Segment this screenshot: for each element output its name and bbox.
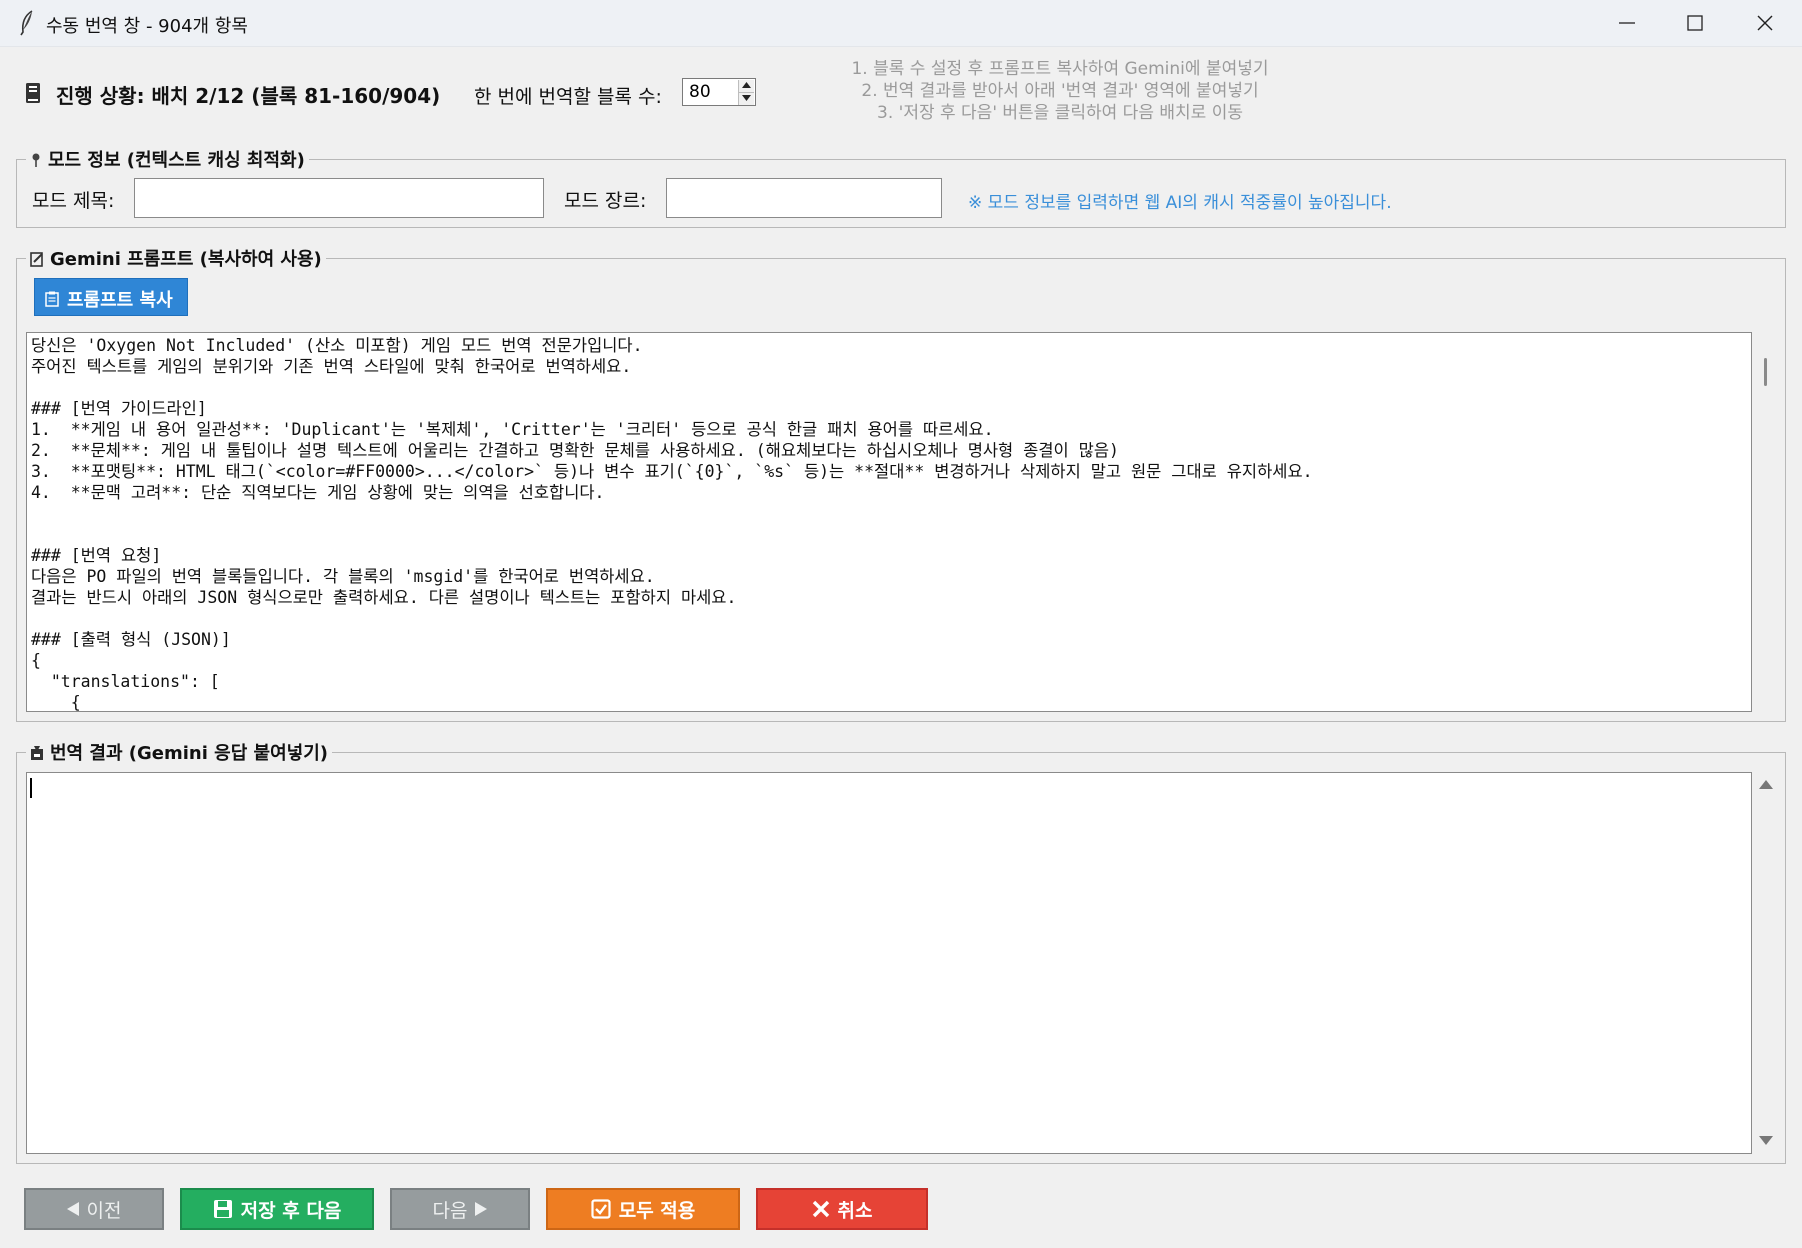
- instructions: 1. 블록 수 설정 후 프롬프트 복사하여 Gemini에 붙여넣기 2. 번…: [790, 58, 1330, 124]
- inbox-icon: [31, 746, 43, 760]
- instruction-line: 1. 블록 수 설정 후 프롬프트 복사하여 Gemini에 붙여넣기: [851, 59, 1269, 79]
- cancel-button[interactable]: 취소: [756, 1188, 928, 1230]
- book-icon: [26, 83, 40, 103]
- triangle-right-icon: [475, 1202, 488, 1216]
- minimize-button[interactable]: [1594, 0, 1660, 46]
- minimize-icon: [1619, 22, 1635, 24]
- result-textarea[interactable]: [26, 772, 1752, 1154]
- apply-all-label: 모두 적용: [618, 1199, 696, 1222]
- prompt-legend: Gemini 프롬프트 (복사하여 사용): [26, 245, 326, 271]
- save-next-button[interactable]: 저장 후 다음: [180, 1188, 374, 1230]
- maximize-icon: [1687, 15, 1703, 31]
- result-legend: 번역 결과 (Gemini 응답 붙여넣기): [26, 739, 333, 765]
- spin-down-button[interactable]: [738, 93, 754, 105]
- copy-prompt-label: 프롬프트 복사: [67, 290, 173, 311]
- instruction-line: 2. 번역 결과를 받아서 아래 '번역 결과' 영역에 붙여넣기: [861, 81, 1259, 101]
- maximize-button[interactable]: [1662, 0, 1728, 46]
- mod-title-input[interactable]: [135, 179, 547, 219]
- spin-up-button[interactable]: [738, 80, 754, 93]
- progress-status: 진행 상황: 배치 2/12 (블록 81-160/904): [56, 84, 441, 108]
- instruction-line: 3. '저장 후 다음' 버튼을 클릭하여 다음 배치로 이동: [877, 103, 1243, 123]
- checkbox-icon: [591, 1199, 611, 1219]
- prev-button[interactable]: 이전: [24, 1188, 164, 1230]
- window-title: 수동 번역 창 - 904개 항목: [46, 16, 248, 37]
- mod-title-label: 모드 제목:: [32, 190, 115, 212]
- cancel-label: 취소: [837, 1199, 873, 1222]
- prompt-textarea[interactable]: 당신은 'Oxygen Not Included' (산소 미포함) 게임 모드…: [26, 332, 1752, 712]
- prompt-text: 당신은 'Oxygen Not Included' (산소 미포함) 게임 모드…: [31, 336, 1313, 712]
- next-label: 다음: [432, 1199, 468, 1222]
- copy-prompt-button[interactable]: 프롬프트 복사: [34, 278, 188, 316]
- text-cursor: [30, 778, 32, 798]
- prompt-scrollbar[interactable]: [1754, 332, 1778, 712]
- prompt-scrollbar-thumb[interactable]: [1764, 358, 1767, 386]
- floppy-disk-icon: [213, 1200, 232, 1218]
- prompt-legend-text: Gemini 프롬프트 (복사하여 사용): [50, 249, 322, 270]
- mod-genre-input[interactable]: [667, 179, 945, 219]
- prev-label: 이전: [86, 1199, 122, 1222]
- mod-title-field[interactable]: [134, 178, 547, 219]
- title-bar: 수동 번역 창 - 904개 항목: [0, 0, 1802, 47]
- triangle-left-icon: [66, 1202, 79, 1216]
- blocks-per-batch-label: 한 번에 번역할 블록 수:: [474, 86, 662, 108]
- clipboard-icon: [45, 291, 59, 307]
- close-button[interactable]: [1732, 0, 1798, 46]
- mod-info-hint: ※ 모드 정보를 입력하면 웹 AI의 캐시 적중률이 높아집니다.: [968, 193, 1392, 213]
- result-legend-text: 번역 결과 (Gemini 응답 붙여넣기): [50, 743, 329, 764]
- mod-info-legend: 모드 정보 (컨텍스트 캐싱 최적화): [26, 146, 309, 172]
- scroll-up-icon[interactable]: [1759, 780, 1773, 790]
- close-icon: [1757, 15, 1773, 31]
- blocks-per-batch-input[interactable]: [685, 81, 737, 103]
- mod-genre-field[interactable]: [666, 178, 945, 219]
- next-button[interactable]: 다음: [390, 1188, 530, 1230]
- blocks-per-batch-spinbox[interactable]: [682, 78, 756, 106]
- mod-info-legend-text: 모드 정보 (컨텍스트 캐싱 최적화): [48, 150, 305, 171]
- pin-icon: [32, 153, 40, 167]
- chevron-down-icon: [742, 95, 751, 101]
- result-scrollbar[interactable]: [1754, 772, 1778, 1154]
- chevron-up-icon: [742, 82, 751, 88]
- save-next-label: 저장 후 다음: [240, 1199, 342, 1222]
- x-icon: [812, 1200, 829, 1218]
- scroll-down-icon[interactable]: [1759, 1136, 1773, 1146]
- memo-icon: [30, 252, 43, 267]
- feather-icon: [20, 10, 33, 36]
- apply-all-button[interactable]: 모두 적용: [546, 1188, 740, 1230]
- mod-genre-label: 모드 장르:: [564, 190, 647, 212]
